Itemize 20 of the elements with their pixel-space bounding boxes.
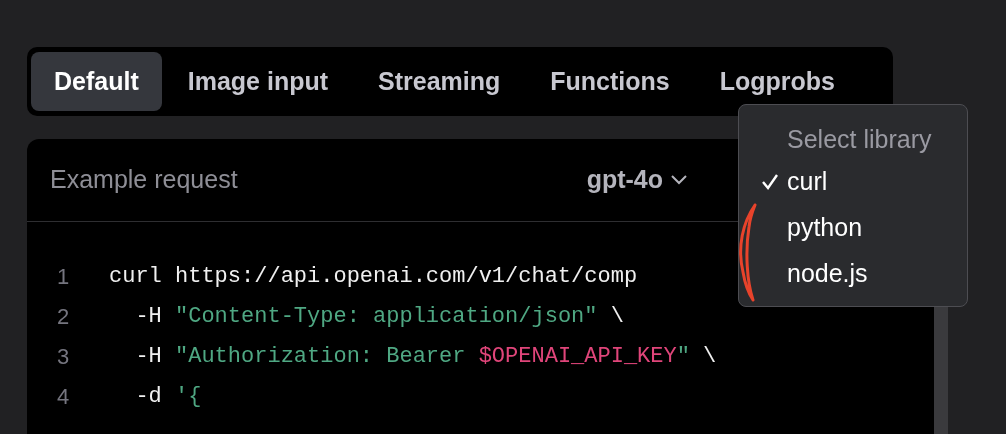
panel-title: Example request: [50, 164, 239, 196]
tab[interactable]: Default: [31, 52, 162, 111]
code-line: -H "Authorization: Bearer $OPENAI_API_KEY" \: [134, 343, 717, 371]
code-line: -d '{: [134, 383, 202, 411]
tab[interactable]: Functions: [526, 52, 694, 111]
line-number: 4: [56, 383, 71, 411]
line-number: 2: [56, 303, 71, 331]
code-line: curl https://api.openai.com/v1/chat/comp: [109, 263, 638, 291]
menu-item[interactable]: node.js: [739, 251, 967, 297]
menu-item[interactable]: curl: [739, 159, 967, 205]
tab[interactable]: Logprobs: [695, 52, 859, 111]
model-dropdown[interactable]: gpt-4o: [586, 161, 687, 199]
line-number: 3: [56, 343, 71, 371]
chevron-down-icon: [671, 175, 687, 185]
tab[interactable]: Streaming: [354, 52, 525, 111]
tab[interactable]: Image input: [163, 52, 353, 111]
line-number: 1: [56, 263, 71, 291]
menu-heading: Select library: [786, 124, 933, 155]
code-line: -H "Content-Type: application/json" \: [134, 303, 624, 331]
menu-item[interactable]: python: [739, 205, 967, 251]
